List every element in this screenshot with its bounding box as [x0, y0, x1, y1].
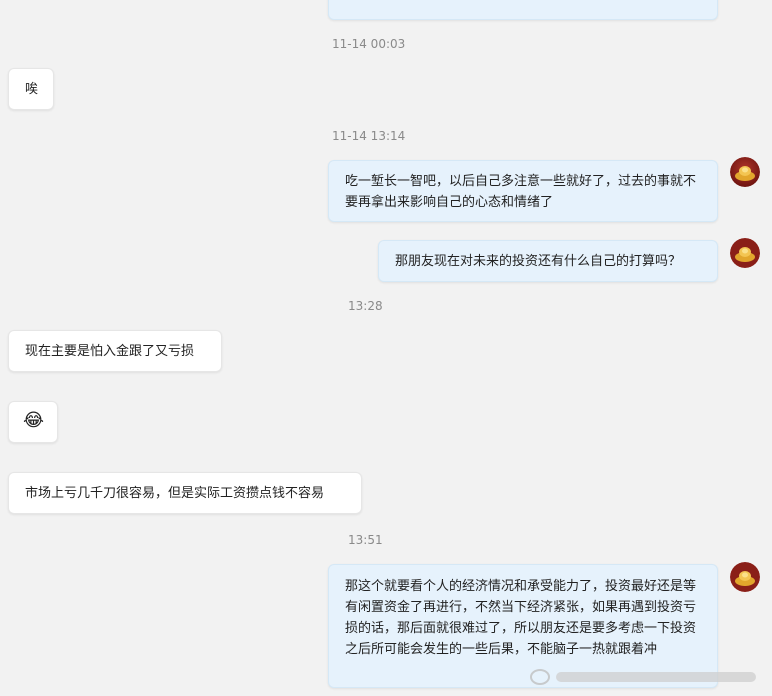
message-text: 市场上亏几千刀很容易，但是实际工资攒点钱不容易: [25, 486, 325, 501]
message-bubble-outgoing[interactable]: 那朋友现在对未来的投资还有什么自己的打算吗？: [378, 240, 718, 282]
message-text: 现在主要是怕入金跟了又亏损: [25, 344, 195, 359]
emoji-tears-of-joy-icon: 😂: [23, 410, 45, 431]
gold-ingot-avatar-icon: [730, 157, 760, 187]
chat-history[interactable]: 11-14 00:03 唉 11-14 13:14 吃一堑长一智吧，以后自己多注…: [0, 0, 772, 696]
message-text: 唉: [25, 82, 39, 97]
message-bubble-incoming[interactable]: 唉: [8, 68, 54, 110]
avatar[interactable]: [730, 238, 760, 268]
message-text: 那朋友现在对未来的投资还有什么自己的打算吗？: [395, 254, 682, 269]
avatar[interactable]: [730, 157, 760, 187]
timestamp: 11-14 13:14: [332, 129, 406, 143]
gold-ingot-avatar-icon: [730, 238, 760, 268]
message-text: 那这个就要看个人的经济情况和承受能力了，投资最好还是等有闲置资金了再进行，不然当…: [345, 579, 697, 657]
message-bubble-incoming[interactable]: 市场上亏几千刀很容易，但是实际工资攒点钱不容易: [8, 472, 362, 514]
timestamp: 13:51: [348, 533, 383, 547]
avatar[interactable]: [730, 562, 760, 592]
message-bubble-outgoing[interactable]: 吃一堑长一智吧，以后自己多注意一些就好了，过去的事就不要再拿出来影响自己的心态和…: [328, 160, 718, 222]
gold-ingot-avatar-icon: [730, 562, 760, 592]
message-bubble-outgoing-partial: [328, 0, 718, 20]
message-text: 吃一堑长一智吧，以后自己多注意一些就好了，过去的事就不要再拿出来影响自己的心态和…: [345, 174, 697, 210]
timestamp: 13:28: [348, 299, 383, 313]
timestamp: 11-14 00:03: [332, 37, 406, 51]
message-bubble-incoming[interactable]: 😂: [8, 401, 58, 443]
message-bubble-incoming[interactable]: 现在主要是怕入金跟了又亏损: [8, 330, 222, 372]
watermark: [528, 666, 768, 688]
